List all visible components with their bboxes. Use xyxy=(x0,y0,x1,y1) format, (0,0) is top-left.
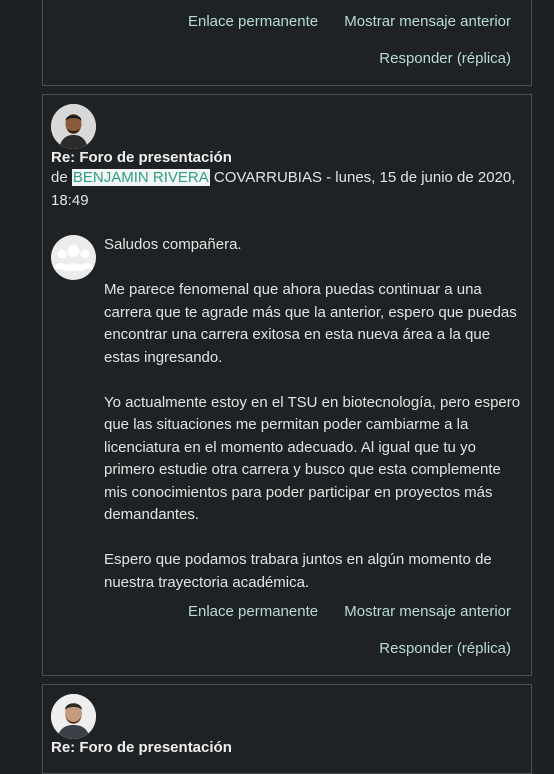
permalink-link[interactable]: Enlace permanente xyxy=(188,603,318,620)
post-byline: de BENJAMIN RIVERA COVARRUBIAS - lunes, … xyxy=(51,166,521,212)
author-photo-icon xyxy=(51,694,96,739)
group-icon xyxy=(51,235,96,280)
permalink-link[interactable]: Enlace permanente xyxy=(188,13,318,30)
author-photo-icon xyxy=(51,104,96,149)
show-parent-link[interactable]: Mostrar mensaje anterior xyxy=(344,13,511,30)
show-parent-link[interactable]: Mostrar mensaje anterior xyxy=(344,603,511,620)
author-avatar[interactable] xyxy=(51,104,96,149)
author-surname: COVARRUBIAS xyxy=(213,169,322,186)
post-subject: Re: Foro de presentación xyxy=(51,149,232,166)
author-avatar[interactable] xyxy=(51,694,96,739)
post-paragraph: Saludos compañera. xyxy=(104,236,242,253)
post-paragraph: Me parece fenomenal que ahora puedas con… xyxy=(104,281,517,366)
post-paragraph: Espero que podamos trabara juntos en alg… xyxy=(104,551,492,591)
by-prefix: de xyxy=(51,169,68,186)
reply-link[interactable]: Responder (réplica) xyxy=(43,640,531,657)
post-subject: Re: Foro de presentación xyxy=(51,739,232,756)
author-name-link[interactable]: BENJAMIN RIVERA xyxy=(71,169,210,186)
post-paragraph: Yo actualmente estoy en el TSU en biotec… xyxy=(104,393,521,524)
reply-link[interactable]: Responder (réplica) xyxy=(43,50,531,67)
forum-post: Re: Foro de presentación de BENJAMIN RIV… xyxy=(42,94,532,676)
post-content: Saludos compañera. Me parece fenomenal q… xyxy=(104,234,524,594)
post-commands: Enlace permanente Mostrar mensaje anteri… xyxy=(43,13,531,30)
post-commands: Enlace permanente Mostrar mensaje anteri… xyxy=(43,603,531,620)
forum-post-previous: Enlace permanente Mostrar mensaje anteri… xyxy=(42,0,532,86)
forum-post-next: Re: Foro de presentación xyxy=(42,684,532,774)
